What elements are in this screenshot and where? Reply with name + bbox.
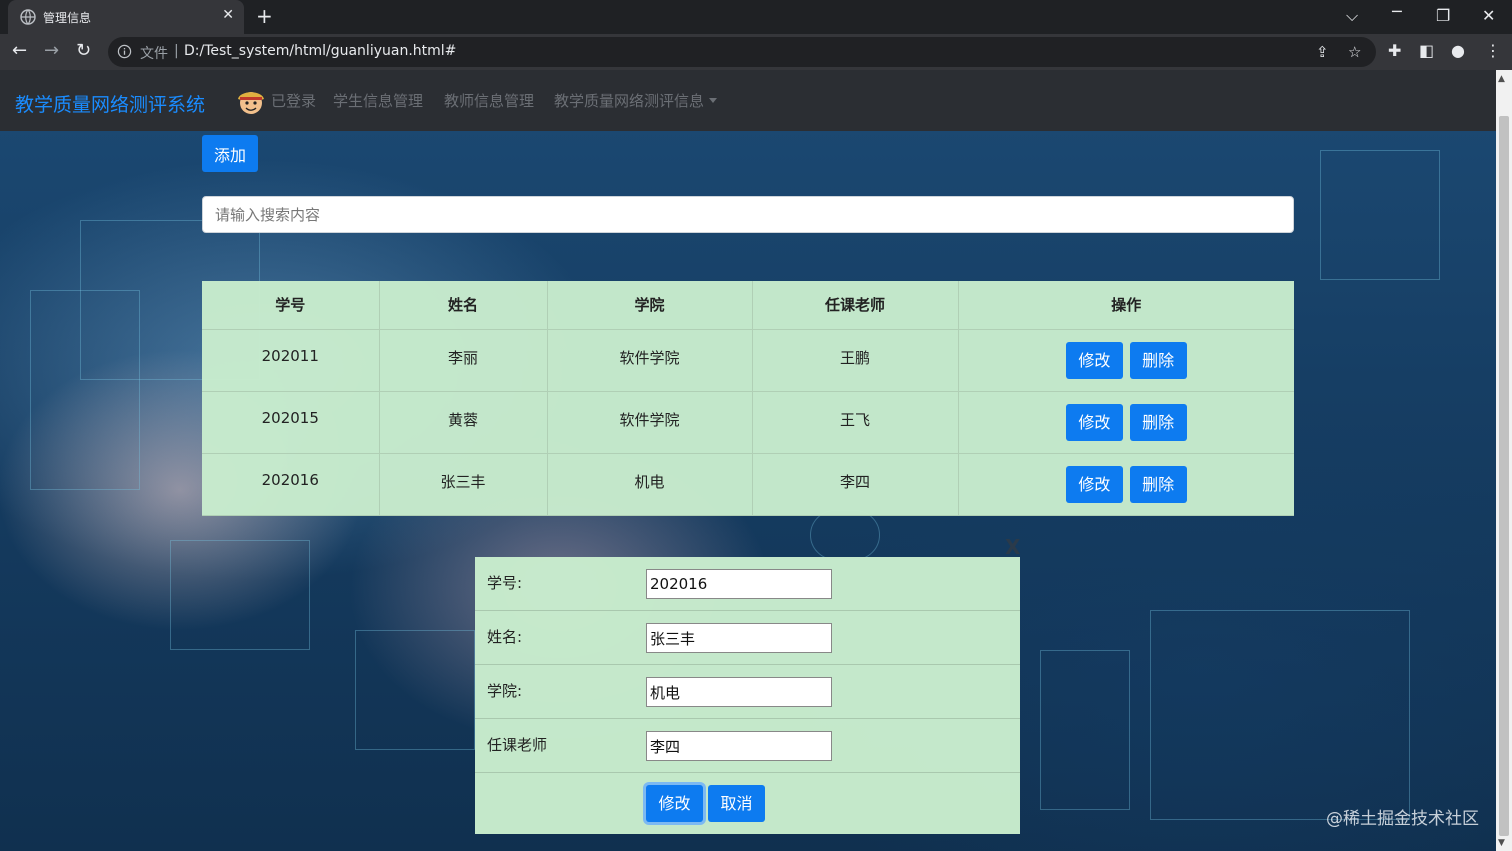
add-button[interactable]: 添加	[202, 135, 258, 172]
student-table: 学号 姓名 学院 任课老师 操作 202011 李丽 软件学院 王鹏 修改 删除…	[202, 281, 1294, 516]
edit-button[interactable]: 修改	[1065, 465, 1123, 503]
nav-evaluation-label: 教学质量网络测评信息	[554, 92, 705, 110]
cell-id: 202016	[202, 453, 380, 516]
modal-cancel-button[interactable]: 取消	[708, 785, 765, 822]
cell-college: 机电	[547, 453, 753, 516]
site-brand[interactable]: 教学质量网络测评系统	[15, 90, 205, 117]
globe-icon	[20, 9, 36, 25]
nav-evaluation-dropdown[interactable]: 教学质量网络测评信息	[554, 90, 718, 111]
tab-title: 管理信息	[43, 11, 92, 25]
form-label-id: 学号:	[487, 574, 523, 592]
nav-teacher-info[interactable]: 教师信息管理	[444, 90, 534, 111]
cell-teacher: 王飞	[752, 391, 959, 454]
new-tab-button[interactable]: +	[256, 4, 273, 28]
extensions-puzzle-icon[interactable]: ✚	[1388, 41, 1401, 60]
decorative-frame	[1320, 150, 1440, 280]
cell-name: 张三丰	[379, 453, 548, 516]
info-icon[interactable]	[117, 44, 132, 59]
cell-college: 软件学院	[547, 329, 753, 392]
form-row-name: 姓名:	[475, 611, 1020, 665]
tab-close-icon[interactable]: ✕	[222, 7, 234, 23]
edit-modal: 学号: 姓名: 学院: 任课老师 修改 取消	[475, 557, 1020, 834]
profile-icon[interactable]: ●	[1451, 41, 1465, 60]
address-bar[interactable]: 文件 | D:/Test_system/html/guanliyuan.html…	[108, 37, 1376, 67]
form-row-college: 学院:	[475, 665, 1020, 719]
nav-student-info[interactable]: 学生信息管理	[333, 90, 423, 111]
delete-button[interactable]: 删除	[1129, 465, 1187, 503]
cell-name: 黄蓉	[379, 391, 548, 454]
cell-actions: 修改 删除	[958, 329, 1294, 392]
table-header-row: 学号 姓名 学院 任课老师 操作	[202, 281, 1294, 330]
more-menu-icon[interactable]: ⋮	[1485, 41, 1501, 60]
watermark: @稀土掘金技术社区	[1326, 809, 1479, 829]
column-header-actions: 操作	[958, 281, 1294, 330]
avatar	[238, 92, 264, 114]
search-input[interactable]	[202, 196, 1294, 233]
cell-id: 202011	[202, 329, 380, 392]
delete-button[interactable]: 删除	[1129, 341, 1187, 379]
window-close-icon[interactable]: ✕	[1482, 6, 1495, 25]
tab-search-chevron-icon[interactable]: ⌵	[1346, 6, 1358, 26]
forward-arrow-icon[interactable]: →	[44, 40, 59, 61]
bookmark-star-icon[interactable]: ☆	[1348, 43, 1361, 61]
cell-teacher: 王鹏	[752, 329, 959, 392]
side-panel-icon[interactable]: ◧	[1419, 41, 1434, 60]
decorative-circle	[810, 510, 880, 560]
cell-teacher: 李四	[752, 453, 959, 516]
column-header-name: 姓名	[379, 281, 548, 330]
browser-tab-bar: 管理信息 ✕ + ⌵ ─ ❐ ✕	[0, 0, 1512, 34]
edit-button[interactable]: 修改	[1065, 341, 1123, 379]
form-row-id: 学号:	[475, 557, 1020, 611]
reload-icon[interactable]: ↻	[76, 40, 91, 61]
scrollbar-thumb[interactable]	[1499, 116, 1509, 836]
cell-college: 软件学院	[547, 391, 753, 454]
share-icon[interactable]: ⇪	[1316, 43, 1329, 61]
restore-icon[interactable]: ❐	[1436, 6, 1450, 25]
logged-in-status: 已登录	[271, 92, 317, 110]
minimize-icon[interactable]: ─	[1392, 2, 1402, 21]
address-scheme-label: 文件	[140, 46, 168, 62]
decorative-frame	[30, 290, 140, 490]
column-header-college: 学院	[547, 281, 753, 330]
decorative-frame	[1150, 610, 1410, 820]
table-row: 202011 李丽 软件学院 王鹏 修改 删除	[202, 329, 1294, 392]
decorative-frame	[1040, 650, 1130, 810]
table-row: 202015 黄蓉 软件学院 王飞 修改 删除	[202, 391, 1294, 454]
decorative-frame	[170, 540, 310, 650]
form-label-teacher: 任课老师	[487, 736, 548, 754]
address-separator: |	[174, 43, 179, 59]
cell-actions: 修改 删除	[958, 453, 1294, 516]
student-name-input[interactable]	[646, 623, 832, 653]
site-navbar: 教学质量网络测评系统 已登录 学生信息管理 教师信息管理 教学质量网络测评信息	[0, 70, 1496, 131]
cell-name: 李丽	[379, 329, 548, 392]
back-arrow-icon[interactable]: ←	[12, 40, 27, 61]
teacher-input[interactable]	[646, 731, 832, 761]
address-url[interactable]: D:/Test_system/html/guanliyuan.html#	[184, 43, 456, 59]
student-id-input[interactable]	[646, 569, 832, 599]
delete-button[interactable]: 删除	[1129, 403, 1187, 441]
scroll-down-arrow-icon[interactable]: ▼	[1498, 838, 1505, 848]
college-input[interactable]	[646, 677, 832, 707]
caret-down-icon	[709, 98, 718, 103]
decorative-frame	[355, 630, 475, 750]
edit-button[interactable]: 修改	[1065, 403, 1123, 441]
modal-close-button[interactable]: X	[1005, 535, 1020, 559]
column-header-id: 学号	[202, 281, 380, 330]
form-label-college: 学院:	[487, 682, 523, 700]
browser-toolbar: ← → ↻ 文件 | D:/Test_system/html/guanliyua…	[0, 34, 1512, 70]
form-row-teacher: 任课老师	[475, 719, 1020, 773]
scroll-up-arrow-icon[interactable]: ▲	[1498, 74, 1505, 84]
form-label-name: 姓名:	[487, 628, 523, 646]
table-row: 202016 张三丰 机电 李四 修改 删除	[202, 453, 1294, 516]
browser-tab[interactable]: 管理信息 ✕	[8, 0, 244, 34]
column-header-teacher: 任课老师	[752, 281, 959, 330]
cell-id: 202015	[202, 391, 380, 454]
modal-submit-button[interactable]: 修改	[646, 785, 703, 822]
cell-actions: 修改 删除	[958, 391, 1294, 454]
